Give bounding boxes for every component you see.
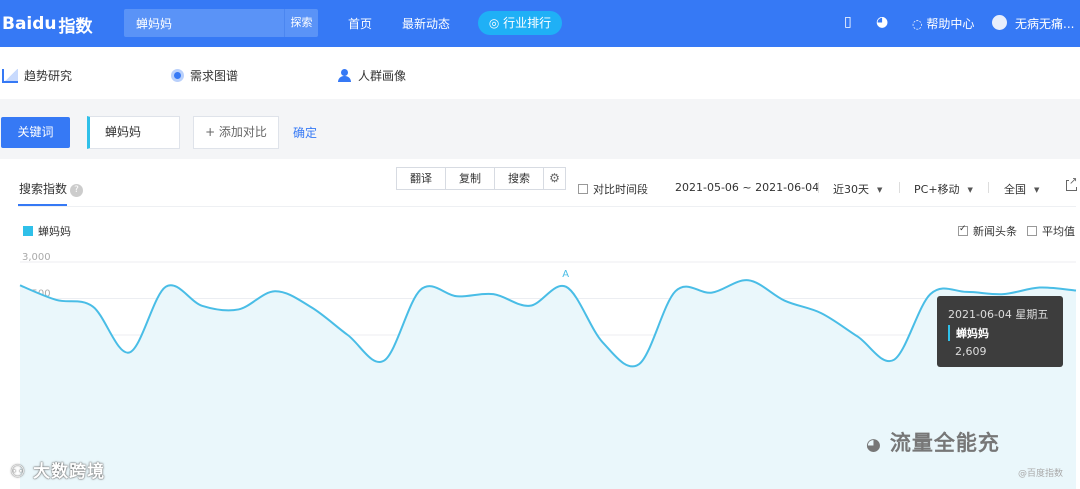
data-point[interactable] bbox=[637, 362, 641, 366]
data-point[interactable] bbox=[127, 351, 131, 355]
subnav-demand-label: 需求图谱 bbox=[190, 69, 239, 83]
help-center-label: 帮助中心 bbox=[926, 17, 975, 31]
explore-button[interactable]: 探索 bbox=[284, 9, 318, 37]
help-center-link[interactable]: ◌ 帮助中心 bbox=[912, 15, 974, 32]
data-point[interactable] bbox=[382, 359, 386, 363]
keyword-input[interactable]: 蝉妈妈 bbox=[87, 116, 180, 149]
data-point[interactable] bbox=[491, 292, 495, 296]
data-point[interactable] bbox=[1074, 289, 1078, 293]
logo-text: Baidu bbox=[2, 14, 57, 34]
data-point[interactable] bbox=[819, 311, 823, 315]
data-point[interactable] bbox=[710, 291, 714, 295]
data-point[interactable] bbox=[528, 304, 532, 308]
watermark-logo-icon: ⚇ bbox=[10, 462, 27, 482]
help-icon: ◌ bbox=[912, 17, 923, 31]
data-point[interactable] bbox=[564, 285, 568, 289]
data-point[interactable] bbox=[236, 307, 240, 311]
wechat-watermark-icon: ◕ bbox=[866, 435, 882, 455]
data-point[interactable] bbox=[91, 305, 95, 309]
data-point[interactable] bbox=[746, 278, 750, 282]
search-box: 探索 bbox=[124, 9, 318, 37]
keyword-row: 关键词 蝉妈妈 + 添加对比 确定 bbox=[0, 99, 1080, 159]
mobile-icon[interactable]: ▯ bbox=[844, 14, 852, 30]
copyright-text: @百度指数 bbox=[1018, 469, 1064, 479]
data-point[interactable] bbox=[673, 289, 677, 293]
subnav-audience-profile[interactable]: 人群画像 bbox=[338, 67, 406, 84]
industry-ranking-label: 行业排行 bbox=[503, 16, 552, 30]
avatar[interactable] bbox=[992, 15, 1007, 30]
subnav-audience-label: 人群画像 bbox=[358, 69, 407, 83]
data-point[interactable] bbox=[419, 288, 423, 292]
watermark-right: ◕ 流量全能充 bbox=[866, 427, 1000, 457]
radar-icon bbox=[171, 69, 184, 82]
tooltip-series-name: 蝉妈妈 bbox=[948, 325, 989, 341]
data-point[interactable] bbox=[928, 292, 932, 296]
trend-chart-icon bbox=[2, 68, 18, 83]
watermark-left-text: 大数跨境 bbox=[33, 462, 106, 482]
data-point[interactable] bbox=[164, 285, 168, 289]
top-navbar: Baidu 指数 探索 首页 最新动态 ◎ 行业排行 ▯ ◕ ◌ 帮助中心 无病… bbox=[0, 0, 1080, 47]
data-point[interactable] bbox=[856, 334, 860, 338]
y-tick-label: 3,000 bbox=[22, 252, 51, 263]
baidu-index-logo[interactable]: Baidu 指数 bbox=[2, 8, 93, 40]
data-point[interactable] bbox=[200, 304, 204, 308]
subnav-trend-research[interactable]: 趋势研究 bbox=[2, 67, 72, 84]
data-point[interactable] bbox=[1038, 286, 1042, 290]
data-point[interactable] bbox=[309, 305, 313, 309]
logo-suffix: 指数 bbox=[58, 16, 93, 37]
watermark-left: ⚇ 大数跨境 bbox=[10, 457, 105, 482]
data-point[interactable] bbox=[892, 358, 896, 362]
subnav-demand-map[interactable]: 需求图谱 bbox=[171, 67, 238, 84]
confirm-link[interactable]: 确定 bbox=[293, 124, 317, 141]
series-area bbox=[20, 280, 1076, 489]
add-comparison-button[interactable]: + 添加对比 bbox=[193, 116, 279, 149]
keyword-button[interactable]: 关键词 bbox=[1, 117, 70, 148]
data-point[interactable] bbox=[18, 283, 22, 287]
data-point[interactable] bbox=[54, 298, 58, 302]
username[interactable]: 无病无痛... bbox=[1015, 15, 1074, 32]
ranking-icon: ◎ bbox=[488, 16, 500, 30]
chart-tooltip: 2021-06-04 星期五 蝉妈妈 2,609 bbox=[937, 296, 1063, 367]
data-point[interactable] bbox=[273, 289, 277, 293]
data-point[interactable] bbox=[346, 333, 350, 337]
subnav-trend-label: 趋势研究 bbox=[24, 69, 73, 83]
tooltip-date: 2021-06-04 星期五 bbox=[948, 308, 1049, 321]
data-point[interactable] bbox=[783, 299, 787, 303]
watermark-right-text: 流量全能充 bbox=[889, 431, 1000, 455]
data-point[interactable] bbox=[965, 290, 969, 294]
data-point[interactable] bbox=[455, 294, 459, 298]
people-icon bbox=[338, 69, 352, 82]
nav-home[interactable]: 首页 bbox=[348, 15, 372, 32]
news-annotation-marker[interactable]: A bbox=[562, 269, 569, 280]
tooltip-value: 2,609 bbox=[955, 345, 987, 358]
sub-navigation: 趋势研究 需求图谱 人群画像 bbox=[0, 47, 1080, 99]
industry-ranking-button[interactable]: ◎ 行业排行 bbox=[478, 11, 562, 35]
wechat-icon[interactable]: ◕ bbox=[876, 14, 888, 30]
data-point[interactable] bbox=[601, 340, 605, 344]
search-input[interactable] bbox=[124, 9, 284, 37]
nav-latest-news[interactable]: 最新动态 bbox=[402, 15, 450, 32]
